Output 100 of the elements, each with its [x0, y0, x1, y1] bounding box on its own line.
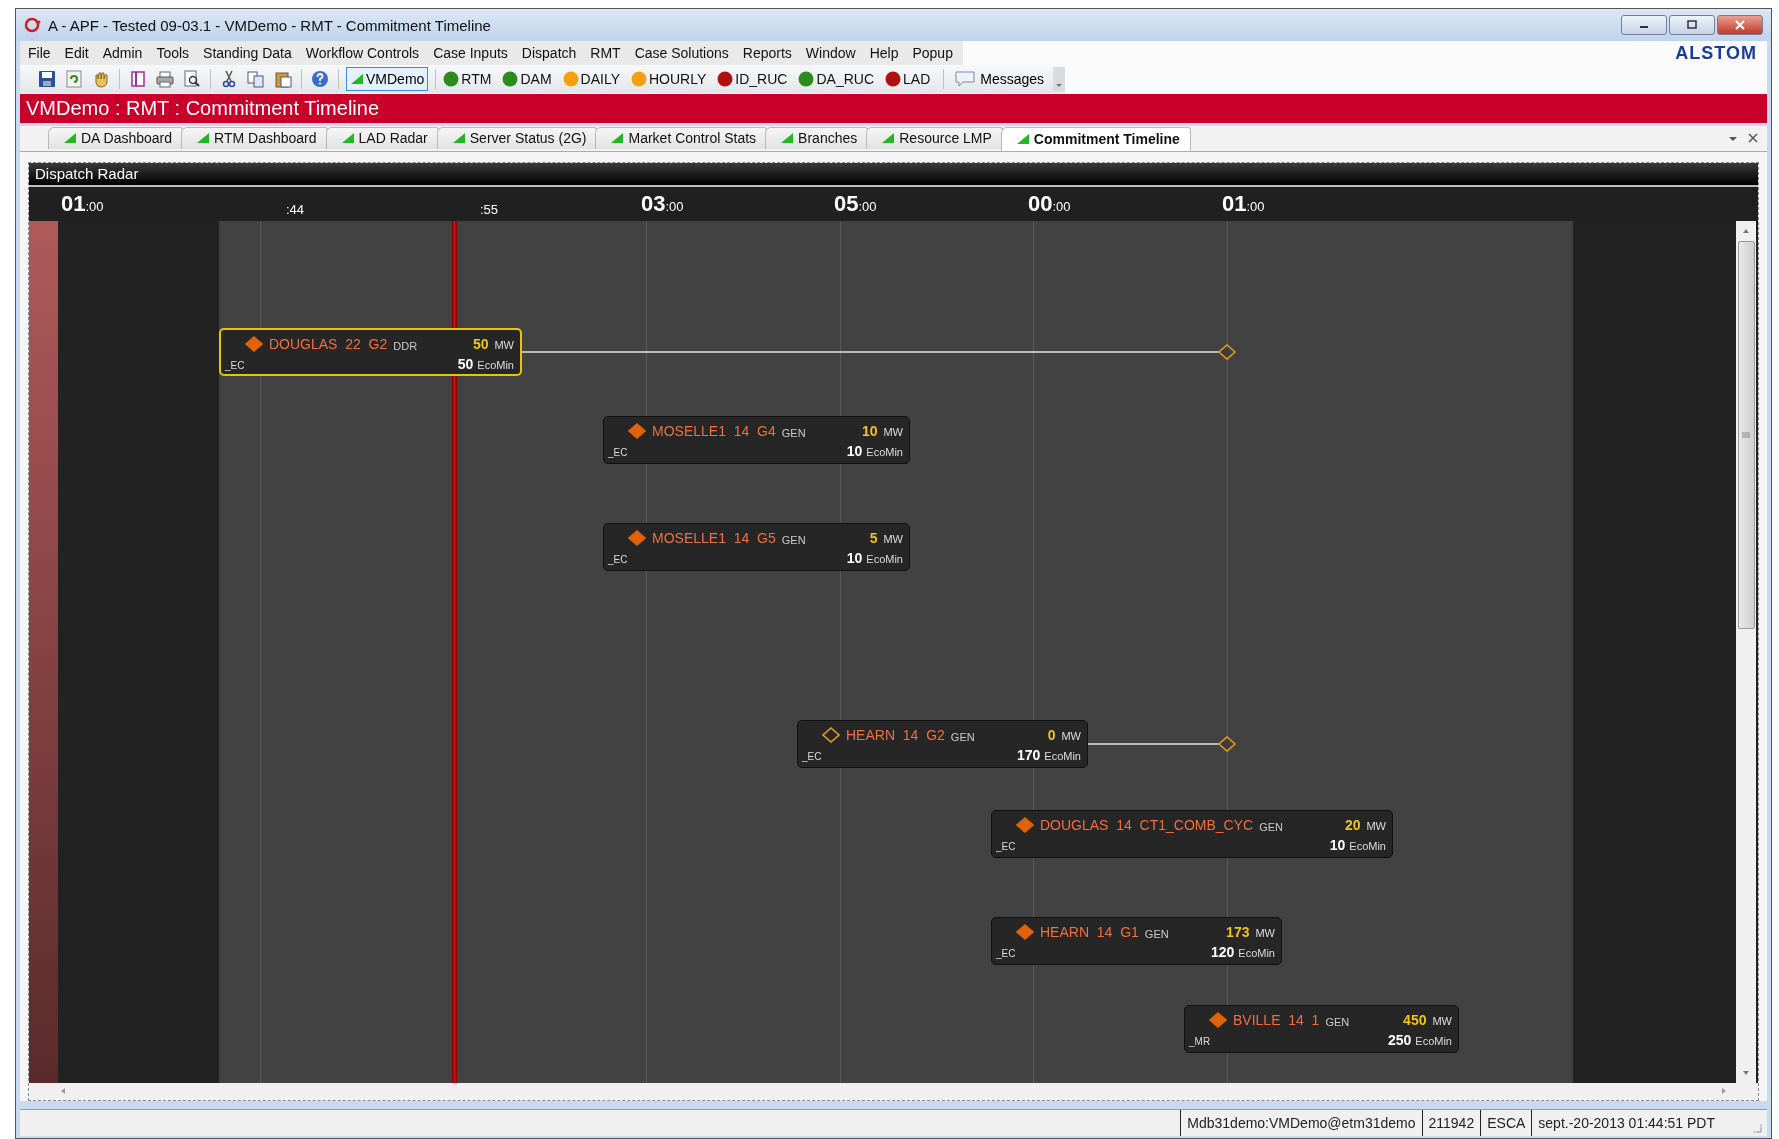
maximize-button[interactable]: [1669, 15, 1715, 35]
tab[interactable]: Commitment Timeline: [1000, 126, 1191, 151]
vertical-scrollbar[interactable]: [1736, 220, 1756, 1083]
refresh-icon[interactable]: [65, 70, 83, 89]
copy-icon[interactable]: [247, 70, 265, 89]
ecomin-value: 10: [846, 442, 863, 459]
unit-card[interactable]: DOUGLAS 14 CT1_COMB_CYC GEN 20 MW _EC 10 EcoMin: [991, 809, 1393, 858]
menu-item[interactable]: Workflow Controls: [299, 45, 428, 62]
hand-icon[interactable]: [92, 70, 110, 89]
mw-value: 0: [1047, 726, 1056, 743]
unit-label: MW: [1432, 1015, 1452, 1027]
triangle-icon: [196, 132, 211, 144]
app-logo-icon: [24, 17, 42, 34]
diamond-icon: [1218, 343, 1236, 360]
messages-button[interactable]: Messages: [951, 71, 1049, 88]
status-label[interactable]: LAD: [903, 71, 931, 88]
zone-label: _EC: [608, 447, 628, 458]
minimize-button[interactable]: [1621, 15, 1667, 35]
panel-title: Dispatch Radar: [35, 165, 139, 182]
zone-label: _EC: [996, 841, 1016, 852]
save-icon[interactable]: [38, 70, 56, 89]
tab[interactable]: Market Control Stats: [595, 126, 768, 149]
unit-card[interactable]: HEARN 14 G1 GEN 173 MW _EC 120 EcoMin: [991, 916, 1282, 965]
unit-label: EcoMin: [1044, 750, 1081, 762]
status-field: ESCA: [1480, 1109, 1532, 1136]
mw-value: 450: [1403, 1011, 1427, 1028]
time-label: 05:00: [834, 190, 877, 217]
toolbar-overflow-icon[interactable]: [1053, 67, 1066, 92]
scroll-down-icon[interactable]: [1741, 1068, 1751, 1077]
time-label: 01:00: [1222, 190, 1265, 217]
menu-item[interactable]: Help: [863, 45, 907, 62]
close-icon: [1734, 20, 1746, 30]
close-button[interactable]: [1717, 15, 1763, 35]
unit-type: GEN: [781, 533, 806, 546]
ecomin-value: 170: [1016, 746, 1041, 763]
unit-type: GEN: [781, 426, 806, 439]
help-icon[interactable]: [311, 70, 329, 89]
triangle-icon: [610, 132, 625, 144]
time-label: 00:00: [1028, 190, 1071, 217]
menu-item[interactable]: Standing Data: [197, 45, 300, 62]
status-label[interactable]: HOURLY: [649, 71, 707, 88]
unit-label: MW: [883, 426, 903, 438]
status-label[interactable]: DAM: [520, 71, 552, 88]
unit-type: DDR: [393, 339, 418, 352]
resize-grip-icon[interactable]: [1751, 1122, 1763, 1134]
unit-label: EcoMin: [1415, 1035, 1452, 1047]
tab[interactable]: Server Status (2G): [436, 126, 598, 149]
context-button[interactable]: VMDemo: [346, 67, 429, 92]
unit-label: MW: [883, 533, 903, 545]
unit-label: EcoMin: [1238, 947, 1275, 959]
close-icon[interactable]: [1747, 132, 1759, 145]
tab[interactable]: LAD Radar: [325, 126, 439, 149]
triangle-icon: [63, 132, 77, 144]
time-label: 01:00: [61, 190, 104, 217]
status-label[interactable]: DA_RUC: [816, 71, 874, 88]
menu-item[interactable]: File: [22, 45, 59, 62]
unit-label: EcoMin: [866, 446, 903, 458]
unit-name: HEARN 14 G1: [1040, 923, 1139, 940]
triangle-icon: [350, 73, 364, 86]
ecomin-value: 10: [846, 549, 863, 566]
menu-item[interactable]: Case Inputs: [427, 45, 516, 62]
menu-item[interactable]: RMT: [584, 45, 629, 62]
menu-item[interactable]: Reports: [736, 45, 800, 62]
cut-icon[interactable]: [220, 70, 238, 89]
unit-card[interactable]: DOUGLAS 22 G2 DDR 50 MW _EC 50 EcoMin: [219, 327, 522, 376]
unit-card[interactable]: HEARN 14 G2 GEN 0 MW _EC 170 EcoMin: [797, 719, 1088, 768]
scroll-left-icon[interactable]: [59, 1086, 67, 1096]
status-label[interactable]: RTM: [461, 71, 492, 88]
tab[interactable]: Resource LMP: [866, 126, 1003, 149]
tab[interactable]: Branches: [765, 126, 869, 149]
ecomin-value: 10: [1329, 836, 1346, 853]
status-label[interactable]: DAILY: [580, 71, 620, 88]
mw-value: 50: [472, 335, 489, 352]
ecomin-value: 250: [1387, 1031, 1412, 1048]
menu-item[interactable]: Popup: [906, 45, 961, 62]
unit-card[interactable]: MOSELLE1 14 G4 GEN 10 MW _EC 10 EcoMin: [603, 415, 910, 464]
book-icon[interactable]: [129, 70, 147, 89]
unit-card[interactable]: BVILLE 14 1 GEN 450 MW _MR 250 EcoMin: [1184, 1004, 1459, 1053]
unit-card[interactable]: MOSELLE1 14 G5 GEN 5 MW _EC 10 EcoMin: [603, 522, 910, 571]
menu-item[interactable]: Dispatch: [515, 45, 585, 62]
maximize-icon: [1686, 20, 1698, 30]
triangle-icon: [451, 132, 466, 144]
menu-item[interactable]: Admin: [96, 45, 151, 62]
unit-label: EcoMin: [1349, 840, 1386, 852]
status-label[interactable]: ID_RUC: [735, 71, 788, 88]
menu-item[interactable]: Window: [799, 45, 864, 62]
menu-item[interactable]: Tools: [150, 45, 198, 62]
unit-label: MW: [1255, 927, 1275, 939]
tab[interactable]: RTM Dashboard: [181, 126, 328, 149]
menu-item[interactable]: Edit: [58, 45, 97, 62]
window-title: A - APF - Tested 09-03.1 - VMDemo - RMT - Commitment Timeline: [48, 16, 491, 34]
scroll-right-icon[interactable]: [1720, 1086, 1728, 1096]
menu-item[interactable]: Case Solutions: [628, 45, 737, 62]
paste-icon[interactable]: [274, 70, 292, 89]
ecomin-value: 120: [1210, 943, 1235, 960]
triangle-icon: [780, 132, 795, 144]
print-icon[interactable]: [156, 70, 174, 89]
print-preview-icon[interactable]: [183, 70, 201, 89]
scroll-thumb[interactable]: [1737, 240, 1755, 629]
tab[interactable]: DA Dashboard: [48, 126, 184, 149]
